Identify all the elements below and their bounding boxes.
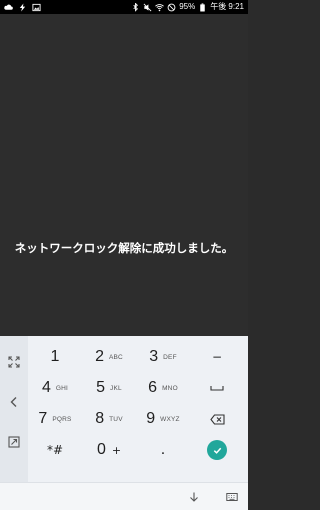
bluetooth-icon [131, 2, 140, 12]
key-8[interactable]: 8 TUV [83, 404, 135, 434]
key-dot[interactable]: . [137, 435, 189, 465]
check-icon [207, 440, 227, 460]
unlock-success-message: ネットワークロック解除に成功しました。 [14, 241, 234, 255]
main-content: ネットワークロック解除に成功しました。 [0, 14, 248, 336]
space-key[interactable] [191, 373, 243, 403]
done-key[interactable] [191, 435, 243, 465]
battery-icon [198, 2, 207, 12]
key-1[interactable]: 1 [29, 342, 81, 372]
clock: 午後 9:21 [210, 2, 244, 11]
flash-icon [18, 2, 27, 12]
keyboard-switch-icon[interactable] [224, 489, 240, 505]
key-6[interactable]: 6 MNO [137, 373, 189, 403]
key-5[interactable]: 5 JKL [83, 373, 135, 403]
status-bar: 95% 午後 9:21 [0, 0, 248, 14]
key-star-hash[interactable]: *# [29, 435, 81, 465]
blocked-icon [167, 3, 176, 12]
expand-icon[interactable] [4, 352, 24, 372]
minus-key[interactable]: − [191, 342, 243, 372]
resize-icon[interactable] [4, 432, 24, 452]
backspace-icon [209, 413, 225, 425]
key-0[interactable]: 0 + [83, 435, 135, 465]
mute-icon [143, 3, 152, 12]
key-4[interactable]: 4 GHI [29, 373, 81, 403]
battery-percentage: 95% [179, 2, 196, 11]
back-arrow-icon[interactable] [4, 392, 24, 412]
wifi-icon [155, 3, 165, 12]
hide-keyboard-icon[interactable] [186, 489, 202, 505]
cloud-icon [4, 3, 13, 12]
image-icon [32, 3, 41, 12]
backspace-key[interactable] [191, 404, 243, 434]
navigation-bar [0, 482, 248, 510]
key-9[interactable]: 9 WXYZ [137, 404, 189, 434]
keyboard-side-panel [0, 336, 28, 482]
key-2[interactable]: 2 ABC [83, 342, 135, 372]
key-3[interactable]: 3 DEF [137, 342, 189, 372]
numeric-keyboard: 1 2 ABC 3 DEF − 4 GHI 5 JKL 6 MNO 7 PQRS… [0, 336, 248, 482]
key-7[interactable]: 7 PQRS [29, 404, 81, 434]
space-icon [210, 386, 224, 391]
